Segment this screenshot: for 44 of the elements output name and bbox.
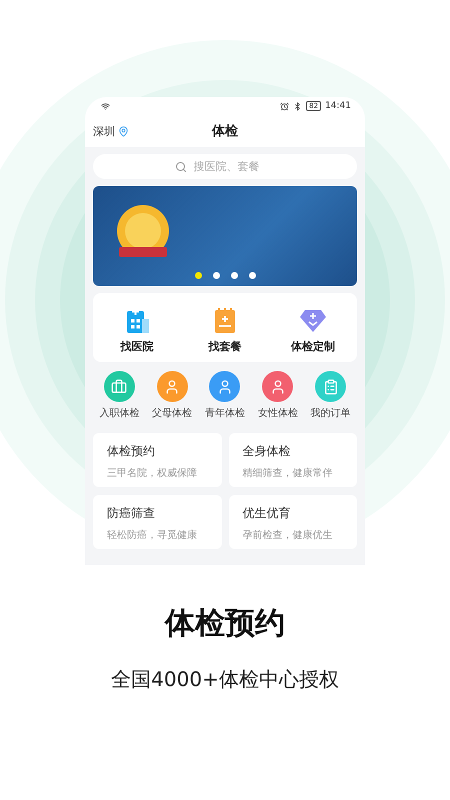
bluetooth-icon — [293, 102, 302, 110]
service-card[interactable]: 优生优育 孕前检查，健康优生 — [228, 495, 357, 549]
page-title: 体检 — [212, 123, 238, 140]
service-card[interactable]: 体检预约 三甲名院，权威保障 — [93, 433, 222, 487]
signal-icon — [101, 102, 110, 110]
category-label[interactable]: 我的订单 — [310, 406, 351, 420]
quick-action-link[interactable]: 体检定制 — [291, 339, 335, 354]
quick-action-link[interactable]: 找套餐 — [208, 339, 242, 354]
search-icon — [174, 160, 186, 172]
pager-dot[interactable] — [248, 272, 256, 279]
category-label[interactable]: 父母体检 — [152, 406, 192, 420]
caption-subtitle: 全国4000+体检中心授权 — [111, 666, 339, 693]
pager-dot[interactable] — [230, 272, 238, 279]
category-label[interactable]: 女性体检 — [258, 406, 298, 420]
category-label[interactable]: 青年体检 — [204, 406, 245, 420]
person-icon — [216, 378, 233, 394]
clock-time: 14:41 — [325, 101, 351, 111]
person-icon — [270, 378, 286, 394]
clipboard-icon — [322, 378, 339, 394]
service-subtitle: 轻松防癌，寻觅健康 — [107, 528, 198, 542]
search-field[interactable]: 搜医院、套餐 — [192, 159, 276, 174]
service-title: 体检预约 — [107, 443, 156, 460]
caption-title: 体检预约 — [165, 605, 285, 643]
briefcase-icon — [111, 378, 128, 394]
service-card[interactable]: 防癌筛查 轻松防癌，寻觅健康 — [93, 495, 222, 549]
service-card[interactable]: 全身体检 精细筛查，健康常伴 — [228, 433, 357, 487]
category-label[interactable]: 入职体检 — [99, 406, 140, 420]
service-title: 优生优育 — [242, 505, 292, 522]
service-subtitle: 精细筛查，健康常伴 — [242, 466, 334, 480]
person-icon — [164, 378, 180, 394]
service-subtitle: 孕前检查，健康优生 — [242, 528, 334, 542]
city-selector[interactable]: 深圳 — [93, 124, 115, 138]
category-badge[interactable] — [156, 371, 188, 402]
alarm-icon — [280, 102, 290, 110]
service-title: 全身体检 — [242, 443, 292, 460]
service-title: 防癌筛查 — [107, 505, 156, 522]
quick-action-link[interactable]: 找医院 — [120, 339, 154, 354]
banner-image[interactable] — [93, 186, 357, 286]
pager-dot[interactable] — [212, 272, 220, 279]
service-subtitle: 三甲名院，权威保障 — [107, 466, 198, 480]
pager-dot[interactable] — [194, 272, 202, 279]
location-pin-icon — [118, 126, 129, 136]
category-badge[interactable] — [262, 371, 294, 402]
category-badge[interactable] — [209, 371, 240, 402]
